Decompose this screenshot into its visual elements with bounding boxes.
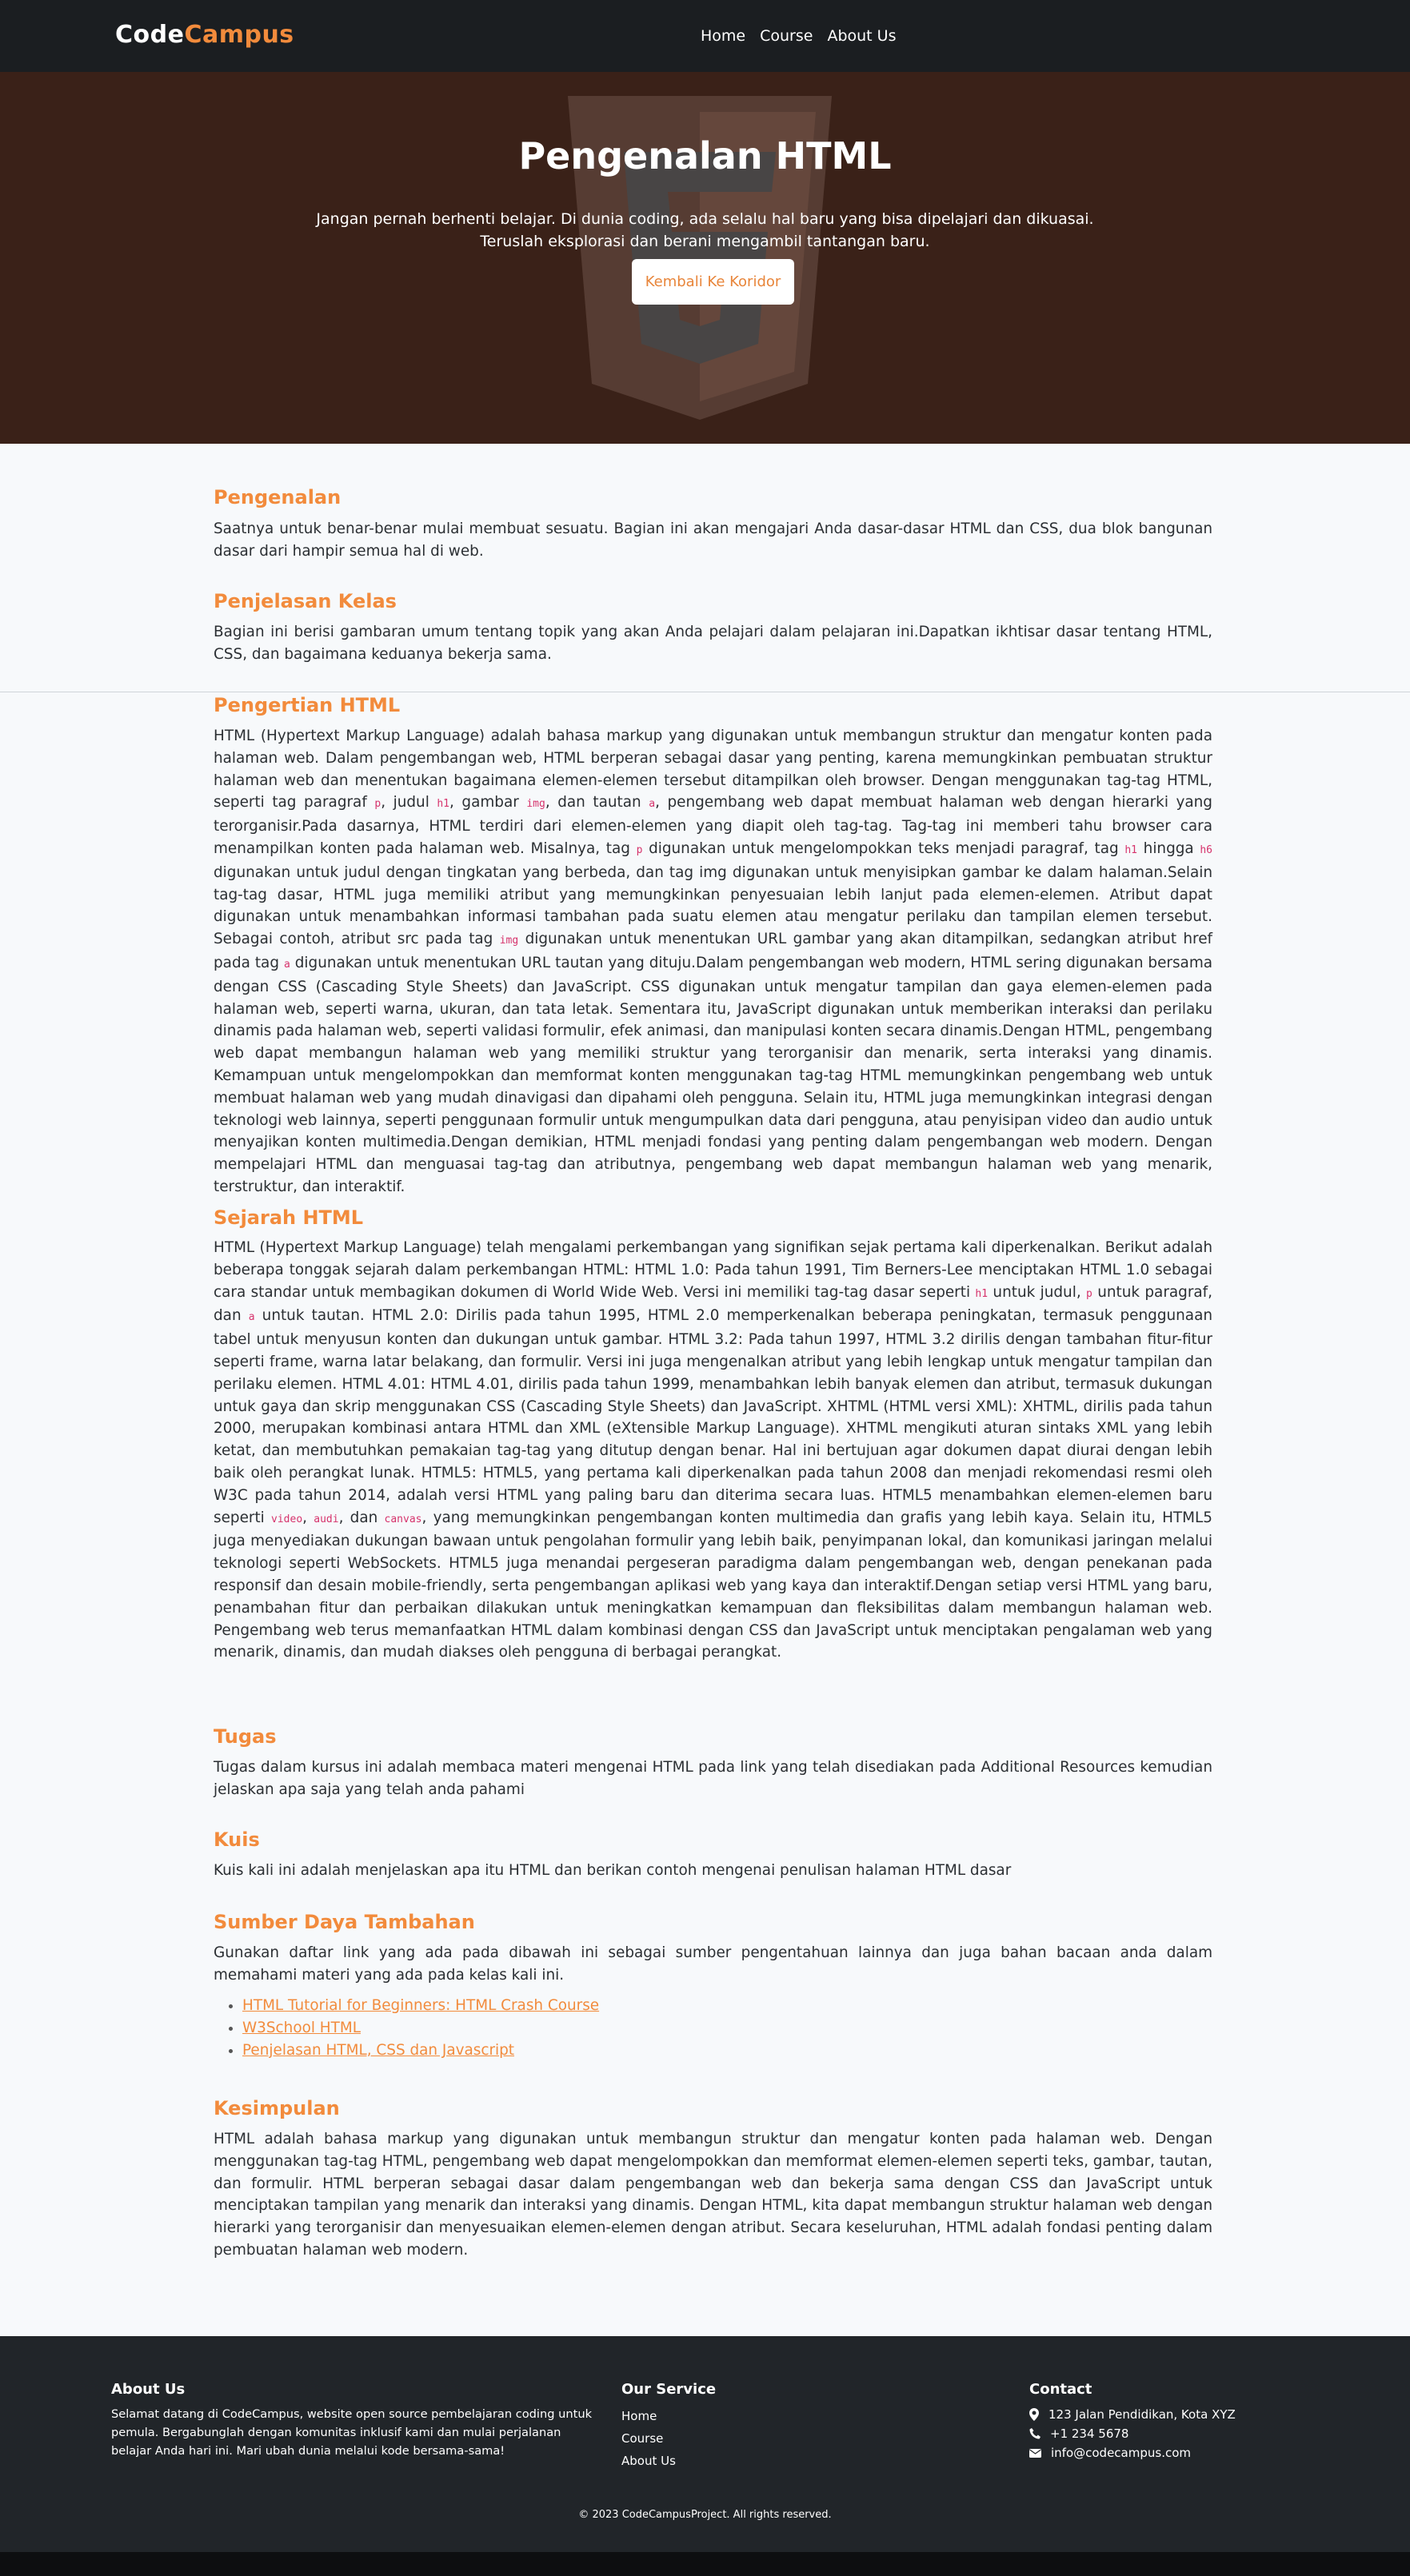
contact-email: info@codecampus.com xyxy=(1029,2443,1236,2462)
footer-link-home[interactable]: Home xyxy=(621,2405,676,2427)
resource-list: HTML Tutorial for Beginners: HTML Crash … xyxy=(214,1995,599,2062)
brand-logo[interactable]: CodeCampus xyxy=(115,21,294,49)
footer-service-links: Home Course About Us xyxy=(621,2405,676,2472)
section-text-penjelasan: Bagian ini berisi gambaran umum tentang … xyxy=(214,624,1212,663)
list-item: HTML Tutorial for Beginners: HTML Crash … xyxy=(242,1995,599,2017)
section-title-kuis: Kuis xyxy=(214,1828,260,1851)
section-text-sejarah: HTML (Hypertext Markup Language) telah m… xyxy=(214,1239,1212,1661)
resource-link-html-css-js[interactable]: Penjelasan HTML, CSS dan Javascript xyxy=(242,2042,514,2059)
contact-address: 123 Jalan Pendidikan, Kota XYZ xyxy=(1029,2405,1236,2424)
section-title-kesimpulan: Kesimpulan xyxy=(214,2097,340,2119)
nav-item-course[interactable]: Course xyxy=(760,27,813,45)
hero-subtitle-line2: Teruslah eksplorasi dan berani mengambil… xyxy=(480,233,930,250)
list-item: W3School HTML xyxy=(242,2017,599,2040)
contact-phone: +1 234 5678 xyxy=(1029,2424,1236,2443)
section-text-sumber: Gunakan daftar link yang ada pada dibawa… xyxy=(214,1944,1212,1984)
footer-about-text: Selamat datang di CodeCampus, website op… xyxy=(111,2407,593,2458)
section-text-pengertian: HTML (Hypertext Markup Language) adalah … xyxy=(214,728,1213,1195)
contact-email-text[interactable]: info@codecampus.com xyxy=(1051,2443,1191,2462)
footer-contact-title: Contact xyxy=(1029,2381,1092,2398)
section-title-pengenalan: Pengenalan xyxy=(214,486,342,508)
section-text-tugas: Tugas dalam kursus ini adalah membaca ma… xyxy=(214,1759,1212,1798)
section-text-kuis: Kuis kali ini adalah menjelaskan apa itu… xyxy=(214,1862,1012,1879)
contact-address-text: 123 Jalan Pendidikan, Kota XYZ xyxy=(1049,2407,1236,2422)
back-to-corridor-button[interactable]: Kembali Ke Koridor xyxy=(632,259,794,305)
hero-subtitle-line1: Jangan pernah berhenti belajar. Di dunia… xyxy=(316,210,1094,228)
section-title-sumber: Sumber Daya Tambahan xyxy=(214,1911,475,1933)
hero-title: Pengenalan HTML xyxy=(518,134,892,177)
map-marker-icon xyxy=(1029,2408,1039,2421)
section-text-kesimpulan: HTML adalah bahasa markup yang digunakan… xyxy=(214,2131,1212,2259)
section-title-tugas: Tugas xyxy=(214,1725,277,1748)
list-item: Penjelasan HTML, CSS dan Javascript xyxy=(242,2040,599,2062)
section-text-pengenalan: Saatnya untuk benar-benar mulai membuat … xyxy=(214,520,1212,560)
envelope-icon xyxy=(1029,2448,1041,2458)
footer-link-course[interactable]: Course xyxy=(621,2427,676,2450)
nav-item-about-us[interactable]: About Us xyxy=(827,27,896,45)
footer-link-about-us[interactable]: About Us xyxy=(621,2450,676,2472)
contact-phone-text: +1 234 5678 xyxy=(1050,2426,1129,2441)
section-title-pengertian: Pengertian HTML xyxy=(214,694,401,716)
nav-menu: Home Course About Us xyxy=(701,27,896,45)
resource-link-html-tutorial[interactable]: HTML Tutorial for Beginners: HTML Crash … xyxy=(242,1997,599,2014)
footer-about-title: About Us xyxy=(111,2381,186,2398)
footer-service-title: Our Service xyxy=(621,2381,717,2398)
copyright-text: © 2023 CodeCampusProject. All rights res… xyxy=(578,2509,832,2521)
navbar: CodeCampus Home Course About Us xyxy=(0,0,1410,72)
hero-banner: Pengenalan HTML Jangan pernah berhenti b… xyxy=(0,72,1410,444)
brand-name-part1: Code xyxy=(115,21,185,49)
section-title-penjelasan: Penjelasan Kelas xyxy=(214,590,397,612)
phone-icon xyxy=(1029,2428,1041,2439)
section-title-sejarah: Sejarah HTML xyxy=(214,1206,364,1229)
brand-name-part2: Campus xyxy=(184,21,294,49)
footer: About Us Selamat datang di CodeCampus, w… xyxy=(0,2336,1410,2552)
resource-link-w3school[interactable]: W3School HTML xyxy=(242,2020,361,2036)
bottom-bar xyxy=(0,2552,1410,2576)
footer-contact: 123 Jalan Pendidikan, Kota XYZ +1 234 56… xyxy=(1029,2405,1236,2462)
nav-item-home[interactable]: Home xyxy=(701,27,745,45)
